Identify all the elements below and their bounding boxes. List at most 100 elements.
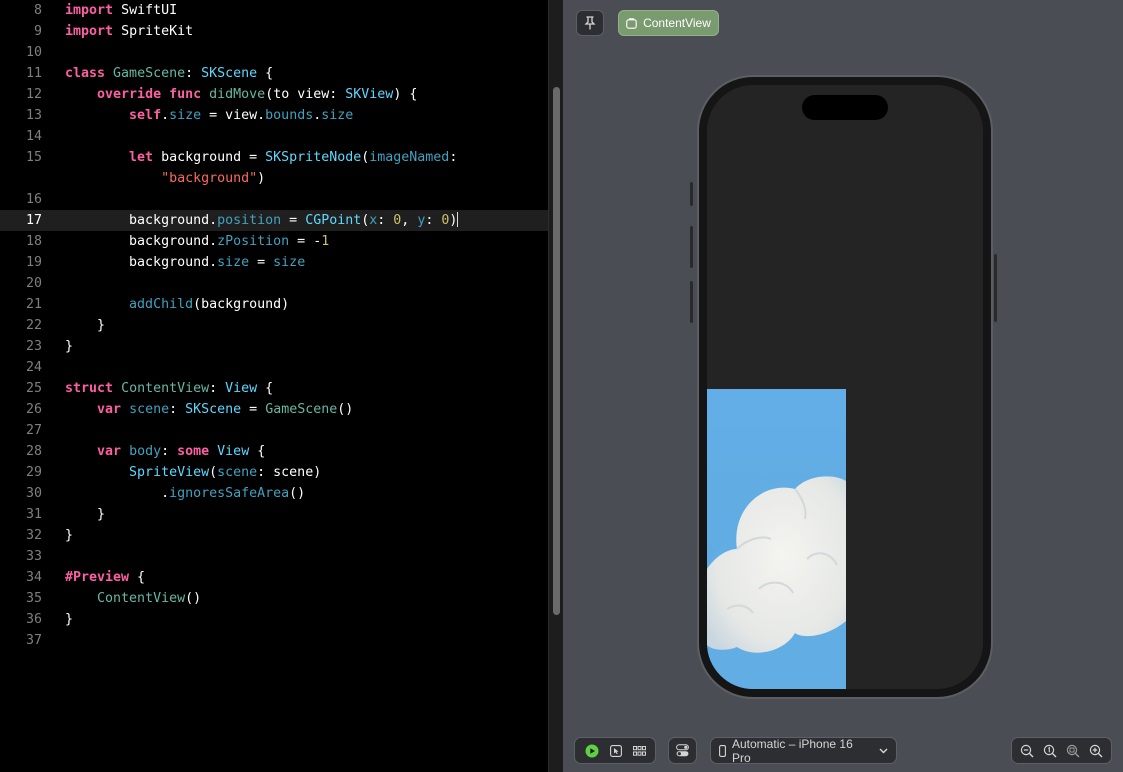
code-line[interactable]: 11 class GameScene: SKScene {: [0, 63, 548, 84]
preview-mode-group: [574, 737, 656, 764]
code-line[interactable]: 30 .ignoresSafeArea(): [0, 483, 548, 504]
code-token: var: [97, 402, 122, 417]
zoom-actual-icon[interactable]: [1043, 744, 1057, 758]
code-token: background.: [65, 234, 218, 249]
code-line[interactable]: 28 var body: some View {: [0, 441, 548, 462]
code-line[interactable]: 10: [0, 42, 548, 63]
code-line[interactable]: 36}: [0, 609, 548, 630]
grid-icon[interactable]: [632, 745, 646, 756]
line-number: 20: [25, 276, 42, 291]
toggle-icon: [676, 744, 689, 757]
code-line[interactable]: 34 #Preview {: [0, 567, 548, 588]
code-token: .: [65, 486, 170, 501]
pin-preview-button[interactable]: [576, 10, 604, 36]
code-token: =: [241, 402, 266, 417]
code-line-current[interactable]: 17 background.position = CGPoint(x: 0, y…: [0, 210, 548, 231]
code-text: background.position = CGPoint(x: 0, y: 0…: [65, 210, 459, 231]
code-token: }: [65, 318, 106, 333]
code-token: to: [273, 87, 290, 102]
code-token: import: [65, 3, 114, 18]
device-screen[interactable]: [707, 85, 983, 689]
code-line[interactable]: 25 struct ContentView: View {: [0, 378, 548, 399]
code-text: background.zPosition = -1: [65, 231, 329, 252]
code-line[interactable]: 35 ContentView(): [0, 588, 548, 609]
line-number: 23: [25, 339, 42, 354]
zoom-in-icon[interactable]: [1089, 744, 1103, 758]
code-token: class: [65, 66, 106, 81]
code-line[interactable]: 22 }: [0, 315, 548, 336]
preview-tab-contentview[interactable]: ContentView: [618, 10, 719, 36]
code-line[interactable]: 24: [0, 357, 548, 378]
line-number: 9: [33, 24, 42, 39]
code-token: ): [257, 171, 266, 186]
code-line[interactable]: 26 var scene: SKScene = GameScene(): [0, 399, 548, 420]
play-icon[interactable]: [585, 744, 599, 758]
code-line[interactable]: 33: [0, 546, 548, 567]
code-line[interactable]: 9 import SpriteKit: [0, 21, 548, 42]
code-line[interactable]: 27: [0, 420, 548, 441]
cursor-icon[interactable]: [609, 744, 622, 757]
code-text: import SpriteKit: [65, 21, 193, 42]
editor-scrollbar[interactable]: [548, 0, 563, 772]
code-line[interactable]: 19 background.size = size: [0, 252, 548, 273]
code-token: (: [265, 87, 274, 102]
line-number: 27: [25, 423, 42, 438]
code-token: override: [97, 87, 162, 102]
code-token: size: [273, 255, 306, 270]
code-token: zPosition: [217, 234, 290, 249]
code-line[interactable]: 29 SpriteView(scene: scene): [0, 462, 548, 483]
zoom-fit-icon[interactable]: [1066, 744, 1080, 758]
code-line[interactable]: "background"): [0, 168, 548, 189]
preview-tab-label: ContentView: [643, 16, 711, 30]
code-text: }: [65, 609, 73, 630]
code-token: SwiftUI: [121, 3, 178, 18]
code-line[interactable]: 32}: [0, 525, 548, 546]
code-text: background.size = size: [65, 252, 305, 273]
code-line[interactable]: 21 addChild(background): [0, 294, 548, 315]
code-token: size: [321, 108, 354, 123]
code-token: view:: [289, 87, 346, 102]
code-token: (: [209, 465, 218, 480]
code-line[interactable]: 15 let background = SKSpriteNode(imageNa…: [0, 147, 548, 168]
code-line[interactable]: 18 background.zPosition = -1: [0, 231, 548, 252]
editor-scrollbar-thumb[interactable]: [553, 87, 560, 615]
code-editor[interactable]: 8 import SwiftUI 9 import SpriteKit 10 11 clas…: [0, 0, 548, 772]
code-text: #Preview {: [65, 567, 145, 588]
code-line[interactable]: 14: [0, 126, 548, 147]
code-line[interactable]: 31 }: [0, 504, 548, 525]
canvas-settings-button[interactable]: [668, 737, 697, 764]
code-line[interactable]: 37: [0, 630, 548, 651]
line-number: 35: [25, 591, 42, 606]
code-line[interactable]: 20: [0, 273, 548, 294]
code-line[interactable]: 12 override func didMove(to view: SKView…: [0, 84, 548, 105]
zoom-out-icon[interactable]: [1020, 744, 1034, 758]
line-number: 37: [25, 633, 42, 648]
code-line[interactable]: 23}: [0, 336, 548, 357]
code-token: {: [257, 381, 274, 396]
line-number: 12: [25, 87, 42, 102]
phone-icon: [719, 744, 726, 757]
volume-down-button: [690, 281, 693, 323]
line-number: 19: [25, 255, 42, 270]
device-selector[interactable]: Automatic – iPhone 16 Pro: [710, 737, 897, 765]
code-line[interactable]: 13 self.size = view.bounds.size: [0, 105, 548, 126]
chevron-down-icon: [879, 748, 888, 754]
code-text: struct ContentView: View {: [65, 378, 273, 399]
code-line[interactable]: 16: [0, 189, 548, 210]
sprite-background-image: [707, 389, 846, 689]
code-line[interactable]: 8 import SwiftUI: [0, 0, 548, 21]
code-text: SpriteView(scene: scene): [65, 462, 321, 483]
code-token: scene: [129, 402, 170, 417]
line-number: 16: [25, 192, 42, 207]
code-token: =: [281, 213, 306, 228]
code-token: {: [257, 66, 274, 81]
code-token: GameScene: [265, 402, 338, 417]
